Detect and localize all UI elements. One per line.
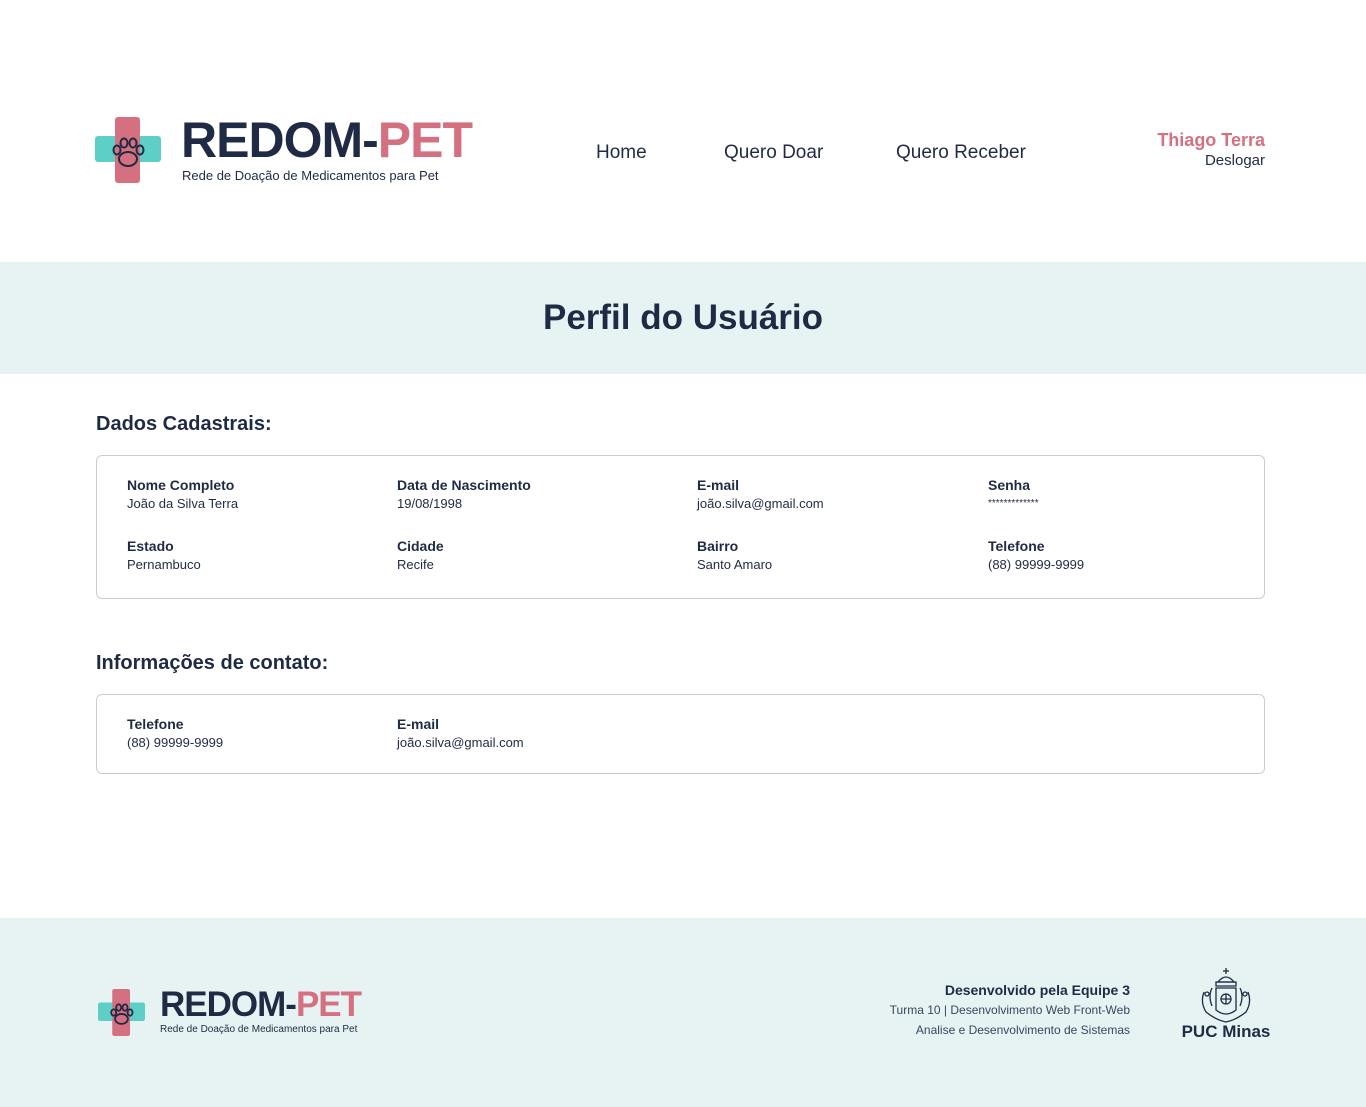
- field-value: (88) 99999-9999: [127, 735, 224, 750]
- brand-name-part2: PET: [377, 112, 473, 168]
- credits-program: Analise e Desenvolvimento de Sistemas: [915, 1023, 1130, 1037]
- field-label: E-mail: [697, 477, 740, 493]
- field-label: Nome Completo: [127, 477, 235, 493]
- puc-crest-icon: [1201, 968, 1251, 1023]
- field-value: 19/08/1998: [397, 496, 463, 511]
- contact-field-phone: Telefone (88) 99999-9999: [127, 715, 223, 753]
- footer-brand-part1: REDOM-: [160, 985, 297, 1024]
- field-email: E-mail joão.silva@gmail.com: [697, 476, 824, 514]
- brand-tagline: Rede de Doação de Medicamentos para Pet: [182, 168, 439, 183]
- page-title: Perfil do Usuário: [542, 298, 824, 337]
- brand-name: REDOM-PET: [181, 112, 473, 168]
- site-logo[interactable]: REDOM-PET Rede de Doação de Medicamentos…: [95, 112, 475, 186]
- credits-course: Turma 10 | Desenvolvimento Web Front-Web: [889, 1003, 1130, 1017]
- field-value: Recife: [397, 557, 434, 572]
- field-value: Santo Amaro: [697, 557, 773, 572]
- field-value: Pernambuco: [127, 557, 201, 572]
- field-value: joão.silva@gmail.com: [397, 735, 524, 750]
- paw-cross-logo-icon: [95, 117, 161, 183]
- brand-name-part1: REDOM-: [181, 112, 379, 168]
- field-full-name: Nome Completo João da Silva Terra: [127, 476, 238, 514]
- registration-card: Nome Completo João da Silva Terra Data d…: [96, 455, 1265, 599]
- field-city: Cidade Recife: [397, 537, 444, 575]
- user-name[interactable]: Thiago Terra: [1157, 129, 1265, 151]
- footer-logo[interactable]: REDOM-PET Rede de Doação de Medicamentos…: [98, 985, 378, 1040]
- footer-brand-part2: PET: [295, 985, 362, 1024]
- registration-section-title: Dados Cadastrais:: [96, 413, 272, 435]
- footer-tagline: Rede de Doação de Medicamentos para Pet: [160, 1024, 358, 1035]
- contact-field-email: E-mail joão.silva@gmail.com: [397, 715, 524, 753]
- logout-link[interactable]: Deslogar: [1157, 151, 1265, 171]
- field-value: João da Silva Terra: [127, 496, 239, 511]
- field-neighborhood: Bairro Santo Amaro: [697, 537, 772, 575]
- field-label: Telefone: [127, 716, 184, 732]
- field-label: Senha: [988, 477, 1031, 493]
- contact-section-title: Informações de contato:: [96, 652, 329, 674]
- puc-minas-name: PUC Minas: [1181, 1022, 1271, 1041]
- field-label: E-mail: [397, 716, 440, 732]
- puc-minas-logo[interactable]: PUC Minas: [1180, 966, 1272, 1046]
- field-value: *************: [988, 498, 1039, 509]
- field-label: Telefone: [988, 538, 1045, 554]
- credits-team: Desenvolvido pela Equipe 3: [944, 982, 1130, 998]
- field-label: Cidade: [397, 538, 444, 554]
- field-password: Senha *************: [988, 476, 1039, 514]
- footer-credits: Desenvolvido pela Equipe 3 Turma 10 | De…: [890, 980, 1130, 1040]
- field-birth-date: Data de Nascimento 19/08/1998: [397, 476, 531, 514]
- page-title-banner: Perfil do Usuário: [0, 262, 1366, 374]
- field-phone: Telefone (88) 99999-9999: [988, 537, 1084, 575]
- field-value: (88) 99999-9999: [988, 557, 1085, 572]
- site-footer: REDOM-PET Rede de Doação de Medicamentos…: [0, 918, 1366, 1107]
- field-label: Bairro: [697, 538, 739, 554]
- contact-card: Telefone (88) 99999-9999 E-mail joão.sil…: [96, 694, 1265, 774]
- field-label: Estado: [127, 538, 174, 554]
- nav-link-quero-receber[interactable]: Quero Receber: [896, 142, 1026, 164]
- field-state: Estado Pernambuco: [127, 537, 201, 575]
- nav-link-quero-doar[interactable]: Quero Doar: [724, 142, 823, 164]
- site-header: REDOM-PET Rede de Doação de Medicamentos…: [0, 0, 1366, 262]
- nav-link-home[interactable]: Home: [596, 142, 647, 164]
- user-menu: Thiago Terra Deslogar: [1157, 129, 1265, 171]
- field-label: Data de Nascimento: [397, 477, 531, 493]
- field-value: joão.silva@gmail.com: [697, 496, 824, 511]
- paw-cross-logo-icon: [98, 989, 145, 1036]
- footer-brand-name: REDOM-PET: [160, 985, 362, 1024]
